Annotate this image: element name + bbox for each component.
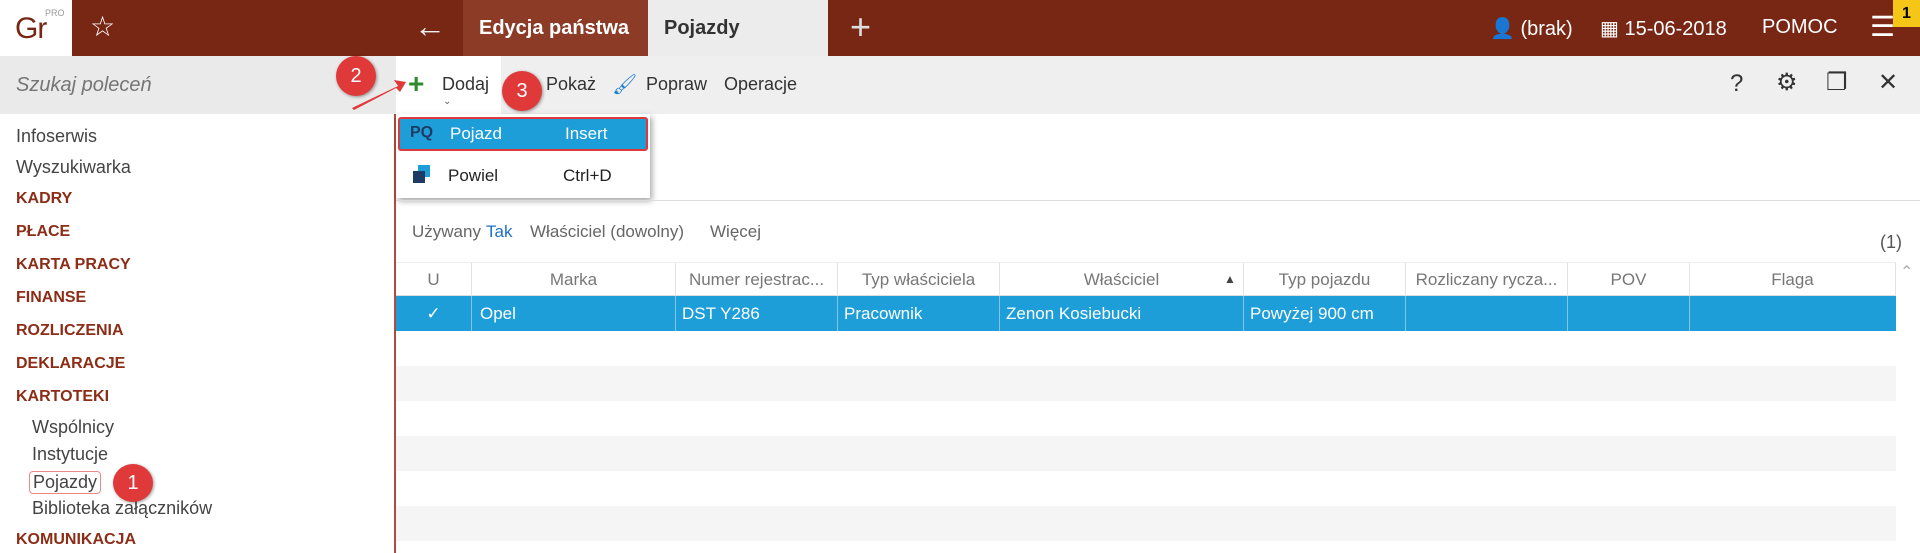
sidebar-item-instytucje[interactable]: Instytucje [32,444,108,465]
help-link[interactable]: POMOC [1762,16,1838,39]
column-header[interactable]: Numer rejestrac... [676,263,838,297]
cell-u: ✓ [396,296,472,331]
add-button[interactable]: + Dodaj ⌄ [396,56,501,114]
close-icon[interactable]: ✕ [1878,68,1898,97]
date-label: 15-06-2018 [1624,18,1727,40]
app-logo[interactable]: Gr PRO [0,0,72,56]
chevron-down-icon: ⌄ [443,96,452,107]
column-header[interactable]: Typ pojazdu [1244,263,1406,297]
column-header[interactable]: U [396,263,472,297]
sidebar-item-kartoteki[interactable]: KARTOTEKI [16,388,109,406]
window-restore-icon[interactable]: ❐ [1826,68,1848,97]
cell-wlasciciel: Zenon Kosiebucki [1000,296,1244,331]
back-arrow-icon[interactable]: ← [405,8,455,48]
cell-flaga [1690,296,1896,331]
logo-text: Gr [15,12,47,45]
user-icon: 👤 [1490,18,1515,40]
cell-typ-wlasciciela: Pracownik [838,296,1000,331]
user-selector[interactable]: 👤 (brak) [1490,16,1573,41]
sidebar-item-kadry[interactable]: KADRY [16,190,72,208]
filter-used-value[interactable]: Tak [486,222,512,242]
sidebar-item-karta-pracy[interactable]: KARTA PRACY [16,256,131,274]
sidebar-item-deklaracje[interactable]: DEKLARACJE [16,355,125,373]
sidebar-item-komunikacja[interactable]: KOMUNIKACJA [16,531,136,549]
filter-more[interactable]: Więcej [710,222,761,242]
add-dropdown-menu: PQ Pojazd Insert Powiel Ctrl+D [396,114,650,198]
command-search [0,56,396,114]
top-bar: Gr PRO ☆ ← Edycja państwa Pojazdy + 👤 (b… [0,0,1920,56]
operations-button[interactable]: Operacje [724,74,797,95]
sidebar-item-wspolnicy[interactable]: Wspólnicy [32,417,114,438]
cell-marka: Opel [472,296,676,331]
cell-numer: DST Y286 [676,296,838,331]
scroll-up-icon[interactable]: ⌃ [1900,262,1913,282]
column-header[interactable]: Flaga [1690,263,1896,297]
gear-icon[interactable]: ⚙ [1776,68,1798,97]
notification-badge[interactable]: 1 [1893,0,1920,27]
divider [396,200,1920,201]
brush-icon[interactable]: 🖌 [612,72,637,97]
cell-typ-pojazdu: Powyżej 900 cm [1244,296,1406,331]
record-count: (1) [1880,232,1902,252]
help-icon[interactable]: ? [1730,70,1743,98]
column-header[interactable]: Marka [472,263,676,297]
cell-rozliczany [1406,296,1568,331]
hamburger-menu-icon[interactable]: ☰ [1870,10,1895,43]
menu-item-powiel[interactable]: Powiel Ctrl+D [398,158,648,194]
sidebar-item-infoserwis[interactable]: Infoserwis [16,126,97,147]
callout-2: 2 [336,56,376,96]
table-header: U Marka Numer rejestrac... Typ właścicie… [396,262,1896,297]
sidebar-item-place[interactable]: PŁACE [16,223,70,241]
callout-1: 1 [113,464,153,502]
favorite-star-icon[interactable]: ☆ [90,10,115,43]
duplicate-icon [413,165,430,183]
menu-item-label: Powiel [448,166,499,185]
sort-asc-icon: ▲ [1224,272,1236,286]
plus-icon: + [408,68,425,99]
search-input[interactable] [16,70,376,100]
sidebar-item-pojazdy[interactable]: Pojazdy [29,471,102,494]
cell-pov [1568,296,1690,331]
menu-item-label: Pojazd [450,124,502,143]
sidebar-item-finanse[interactable]: FINANSE [16,289,86,307]
menu-item-shortcut: Ctrl+D [563,166,612,185]
sidebar-item-wyszukiwarka[interactable]: Wyszukiwarka [16,157,131,178]
empty-row [396,436,1896,471]
empty-row [396,366,1896,401]
column-header[interactable]: Właściciel [1000,263,1244,297]
column-header[interactable]: POV [1568,263,1690,297]
table-row[interactable]: ✓ Opel DST Y286 Pracownik Zenon Kosiebuc… [396,296,1896,331]
tab-pojazdy[interactable]: Pojazdy [648,0,828,56]
show-button[interactable]: Pokaż [546,74,596,95]
edit-button[interactable]: Popraw [646,74,707,95]
pq-icon: PQ [410,124,434,141]
calendar-icon: ▦ [1600,18,1619,40]
add-tab-icon[interactable]: + [850,6,871,48]
menu-item-pojazd[interactable]: PQ Pojazd Insert [398,117,648,151]
date-selector[interactable]: ▦ 15-06-2018 [1600,16,1727,41]
column-header[interactable]: Rozliczany rycza... [1406,263,1568,297]
empty-row [396,506,1896,541]
sidebar-item-rozliczenia[interactable]: ROZLICZENIA [16,322,124,340]
callout-3: 3 [502,71,542,111]
menu-item-shortcut: Insert [565,124,608,143]
column-header[interactable]: Typ właściciela [838,263,1000,297]
filter-owner[interactable]: Właściciel (dowolny) [530,222,684,242]
user-label: (brak) [1520,18,1573,40]
sidebar-item-biblioteka[interactable]: Biblioteka załączników [32,498,212,519]
filter-used-label[interactable]: Używany [412,222,481,242]
logo-sup: PRO [45,8,65,18]
tab-edycja-panstwa[interactable]: Edycja państwa [463,0,648,56]
sidebar: Infoserwis Wyszukiwarka KADRY PŁACE KART… [0,114,396,553]
add-label: Dodaj [442,74,490,94]
